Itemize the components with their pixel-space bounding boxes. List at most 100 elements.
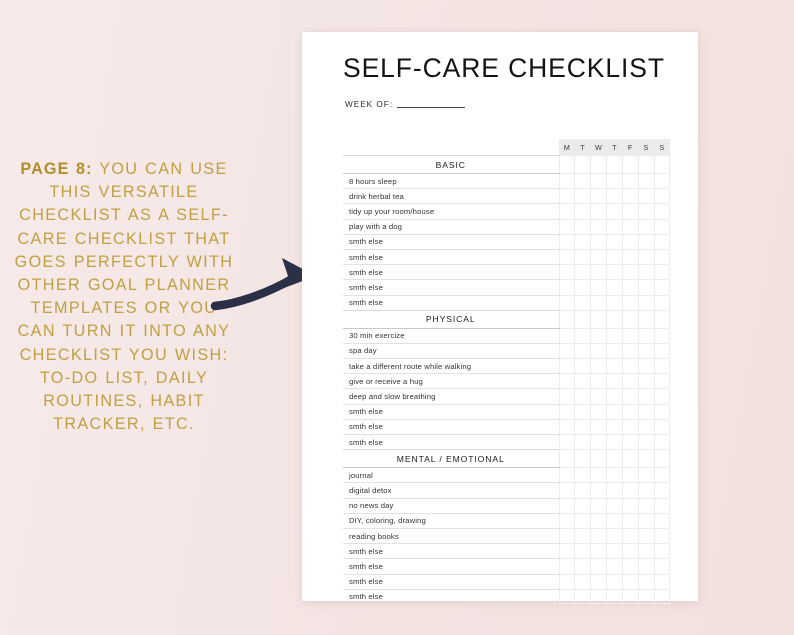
checkbox-cell[interactable] [574,173,591,190]
task-label[interactable]: smth else [343,264,559,281]
checkbox-cell[interactable] [590,279,607,296]
checkbox-cell[interactable] [653,343,671,360]
checkbox-cell[interactable] [574,574,591,590]
task-label[interactable]: DIY, coloring, drawing [343,513,559,529]
checkbox-cell[interactable] [653,219,671,235]
checkbox-cell[interactable] [590,558,607,575]
checkbox-cell[interactable] [637,373,655,390]
checkbox-cell[interactable] [574,309,591,329]
checkbox-cell[interactable] [590,589,607,605]
task-label[interactable]: no news day [343,498,559,514]
checkbox-cell[interactable] [558,467,575,484]
checkbox-cell[interactable] [558,309,575,329]
checkbox-cell[interactable] [621,279,639,296]
checkbox-cell[interactable] [558,219,575,235]
task-label[interactable]: 8 hours sleep [343,173,559,190]
checkbox-cell[interactable] [637,219,655,235]
checkbox-cell[interactable] [574,219,591,235]
checkbox-cell[interactable] [574,498,591,514]
checkbox-cell[interactable] [621,155,639,174]
checkbox-cell[interactable] [558,449,575,469]
checkbox-cell[interactable] [606,279,623,296]
checkbox-cell[interactable] [621,574,639,590]
checkbox-cell[interactable] [590,188,607,205]
checkbox-cell[interactable] [621,449,639,469]
checkbox-cell[interactable] [653,543,671,560]
checkbox-cell[interactable] [590,264,607,281]
task-label[interactable]: reading books [343,528,559,545]
checkbox-cell[interactable] [637,558,655,575]
checkbox-cell[interactable] [621,295,639,311]
checkbox-cell[interactable] [606,234,623,250]
checkbox-cell[interactable] [637,528,655,545]
checkbox-cell[interactable] [606,188,623,205]
checkbox-cell[interactable] [637,467,655,484]
checkbox-cell[interactable] [637,188,655,205]
checkbox-cell[interactable] [574,543,591,560]
checkbox-cell[interactable] [590,513,607,529]
checkbox-cell[interactable] [653,295,671,311]
checkbox-cell[interactable] [574,234,591,250]
checkbox-cell[interactable] [653,558,671,575]
checkbox-cell[interactable] [606,219,623,235]
task-label[interactable]: smth else [343,279,559,296]
checkbox-cell[interactable] [590,249,607,266]
checkbox-cell[interactable] [606,388,623,405]
checkbox-cell[interactable] [653,234,671,250]
checkbox-cell[interactable] [653,404,671,420]
checkbox-cell[interactable] [653,203,671,220]
checkbox-cell[interactable] [621,498,639,514]
checkbox-cell[interactable] [637,264,655,281]
checkbox-cell[interactable] [653,279,671,296]
checkbox-cell[interactable] [621,234,639,250]
checkbox-cell[interactable] [574,328,591,344]
checkbox-cell[interactable] [606,249,623,266]
checkbox-cell[interactable] [558,434,575,451]
checkbox-cell[interactable] [653,358,671,375]
checkbox-cell[interactable] [590,203,607,220]
checkbox-cell[interactable] [637,482,655,499]
checkbox-cell[interactable] [606,419,623,436]
checkbox-cell[interactable] [653,155,671,174]
checkbox-cell[interactable] [621,589,639,605]
task-label[interactable]: smth else [343,249,559,266]
checkbox-cell[interactable] [574,188,591,205]
checkbox-cell[interactable] [590,328,607,344]
checkbox-cell[interactable] [574,388,591,405]
checkbox-cell[interactable] [606,309,623,329]
checkbox-cell[interactable] [606,543,623,560]
checkbox-cell[interactable] [606,155,623,174]
checkbox-cell[interactable] [606,434,623,451]
checkbox-cell[interactable] [606,498,623,514]
checkbox-cell[interactable] [621,388,639,405]
checkbox-cell[interactable] [558,358,575,375]
task-label[interactable]: tidy up your room/house [343,203,559,220]
checkbox-cell[interactable] [590,343,607,360]
checkbox-cell[interactable] [590,373,607,390]
checkbox-cell[interactable] [590,309,607,329]
checkbox-cell[interactable] [606,574,623,590]
checkbox-cell[interactable] [606,264,623,281]
checkbox-cell[interactable] [574,203,591,220]
task-label[interactable]: smth else [343,543,559,560]
checkbox-cell[interactable] [558,328,575,344]
checkbox-cell[interactable] [558,404,575,420]
checkbox-cell[interactable] [637,513,655,529]
checkbox-cell[interactable] [621,543,639,560]
checkbox-cell[interactable] [621,404,639,420]
checkbox-cell[interactable] [590,482,607,499]
checkbox-cell[interactable] [590,173,607,190]
checkbox-cell[interactable] [606,513,623,529]
checkbox-cell[interactable] [606,173,623,190]
checkbox-cell[interactable] [637,328,655,344]
checkbox-cell[interactable] [637,543,655,560]
task-label[interactable]: give or receive a hug [343,373,559,390]
checkbox-cell[interactable] [606,203,623,220]
checkbox-cell[interactable] [606,528,623,545]
checkbox-cell[interactable] [590,234,607,250]
checkbox-cell[interactable] [574,295,591,311]
checkbox-cell[interactable] [637,589,655,605]
checkbox-cell[interactable] [558,513,575,529]
checkbox-cell[interactable] [558,295,575,311]
checkbox-cell[interactable] [590,419,607,436]
